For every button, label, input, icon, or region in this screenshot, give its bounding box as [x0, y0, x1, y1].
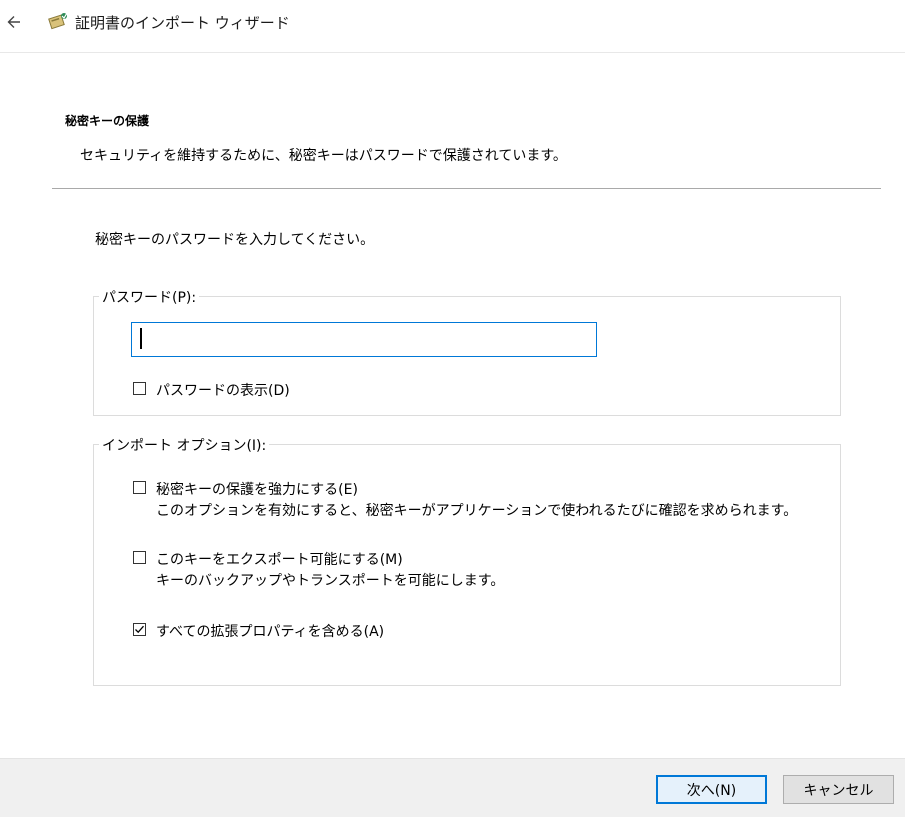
strong-protection-checkbox[interactable]	[133, 481, 146, 494]
text-caret	[140, 328, 142, 349]
strong-protection-description: このオプションを有効にすると、秘密キーがアプリケーションで使われるたびに確認を求…	[156, 503, 798, 519]
include-extended-properties-checkbox[interactable]	[133, 623, 146, 636]
show-password-checkbox[interactable]	[133, 382, 146, 395]
show-password-label: パスワードの表示(D)	[156, 383, 290, 399]
strong-protection-label: 秘密キーの保護を強力にする(E)	[156, 482, 358, 498]
wizard-footer: 次へ(N) キャンセル	[0, 758, 905, 817]
certificate-wizard-icon	[48, 10, 70, 32]
exportable-label: このキーをエクスポート可能にする(M)	[156, 552, 403, 568]
arrow-left-icon	[7, 16, 20, 28]
password-prompt: 秘密キーのパスワードを入力してください。	[95, 232, 375, 248]
header-divider	[52, 188, 881, 189]
cancel-button[interactable]: キャンセル	[783, 775, 894, 804]
section-title: 秘密キーの保護	[65, 114, 150, 128]
exportable-description: キーのバックアップやトランスポートを可能にします。	[156, 573, 505, 589]
next-button[interactable]: 次へ(N)	[656, 775, 767, 804]
password-group-legend: パスワード(P):	[99, 287, 200, 307]
password-input[interactable]	[131, 322, 597, 357]
wizard-title: 証明書のインポート ウィザード	[75, 14, 290, 32]
section-description: セキュリティを維持するために、秘密キーはパスワードで保護されています。	[80, 148, 567, 164]
include-extended-properties-label: すべての拡張プロパティを含める(A)	[156, 624, 385, 640]
exportable-checkbox[interactable]	[133, 551, 146, 564]
import-options-legend: インポート オプション(I):	[99, 435, 270, 455]
checkmark-icon	[135, 625, 144, 634]
titlebar-divider	[0, 52, 905, 53]
wizard-titlebar: 証明書のインポート ウィザード	[0, 0, 905, 48]
back-button[interactable]	[2, 10, 26, 34]
